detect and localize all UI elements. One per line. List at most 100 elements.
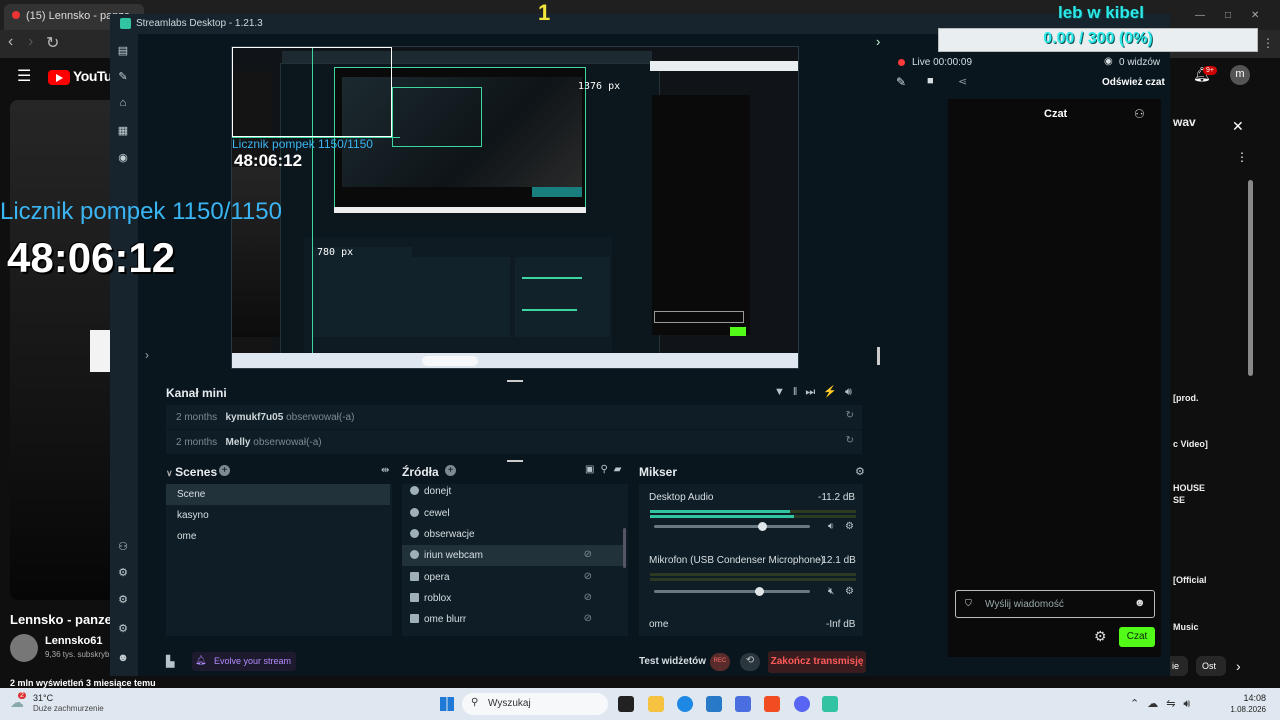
dashboard-icon[interactable]: ⚙ bbox=[116, 566, 130, 580]
more-icon[interactable]: ⋮ bbox=[1236, 150, 1248, 164]
start-icon[interactable] bbox=[440, 697, 454, 711]
source-tools-icons[interactable]: ▣⚲▰ bbox=[585, 464, 627, 475]
record-icon[interactable]: ◉ bbox=[116, 151, 130, 165]
slider-knob[interactable] bbox=[755, 587, 764, 596]
mixer-channel-db: -11.2 dB bbox=[818, 492, 856, 503]
menu-icon[interactable]: ☰ bbox=[17, 66, 31, 86]
globe-icon bbox=[410, 508, 419, 517]
repeat-icon[interactable]: ↻ bbox=[846, 435, 854, 446]
outlook-icon[interactable] bbox=[735, 696, 751, 712]
brave-icon[interactable] bbox=[764, 696, 780, 712]
event-time: 2 months bbox=[176, 412, 218, 423]
add-source-button[interactable]: + bbox=[445, 465, 456, 476]
streamlabs-taskbar-icon[interactable] bbox=[822, 696, 838, 712]
chat-settings-icon[interactable]: ⚙ bbox=[1094, 628, 1107, 645]
weather-widget[interactable]: ☁ 2 31°C Duże zachmurzenie bbox=[10, 692, 120, 716]
collapse-right-icon[interactable]: › bbox=[876, 34, 880, 49]
scene-item[interactable]: Scene bbox=[166, 484, 390, 505]
taskbar-search[interactable]: ⚲ Wyszukaj bbox=[462, 693, 608, 715]
slider-track bbox=[654, 525, 810, 528]
source-label: opera bbox=[424, 572, 450, 583]
source-item[interactable]: opera ⊘ bbox=[402, 567, 624, 588]
add-scene-button[interactable]: + bbox=[219, 465, 230, 476]
clock-date[interactable]: 1.08.2026 bbox=[1222, 705, 1266, 714]
chevron-down-icon[interactable]: ∨ bbox=[166, 468, 175, 478]
sources-scrollbar[interactable] bbox=[623, 528, 626, 568]
chat-send-button[interactable]: Czat bbox=[1119, 627, 1155, 647]
settings-icon[interactable]: ⚙ bbox=[116, 622, 130, 636]
account-avatar[interactable]: m bbox=[1230, 65, 1250, 85]
channel-avatar[interactable] bbox=[10, 634, 38, 662]
slider-knob[interactable] bbox=[758, 522, 767, 531]
store-icon[interactable] bbox=[706, 696, 722, 712]
discord-icon[interactable] bbox=[794, 696, 810, 712]
volume-slider[interactable] bbox=[654, 522, 810, 531]
channel-subscribers: 9,36 tys. subskryb bbox=[45, 650, 110, 659]
volume-slider[interactable] bbox=[654, 587, 810, 596]
rec-button[interactable]: REC bbox=[710, 653, 730, 671]
edge-icon[interactable] bbox=[677, 696, 693, 712]
source-item[interactable]: roblox ⊘ bbox=[402, 588, 624, 609]
panel-resize-handle[interactable] bbox=[507, 460, 523, 462]
visibility-icon[interactable]: ⊘ bbox=[584, 613, 592, 624]
sources-title: Źródła bbox=[402, 465, 439, 479]
repeat-icon[interactable]: ↻ bbox=[846, 410, 854, 421]
chevron-right-icon[interactable]: › bbox=[1236, 658, 1241, 674]
speaker-icon[interactable]: 🔉︎ bbox=[828, 521, 834, 532]
image-icon bbox=[410, 614, 419, 623]
profile-icon[interactable]: ☻ bbox=[116, 652, 130, 666]
task-view-icon[interactable] bbox=[618, 696, 634, 712]
file-explorer-icon[interactable] bbox=[648, 696, 664, 712]
source-item[interactable]: donejt bbox=[402, 481, 624, 502]
volume-meter bbox=[650, 515, 856, 518]
side-text: HOUSE bbox=[1173, 483, 1206, 493]
share-icon[interactable]: ⋖ bbox=[958, 75, 967, 88]
visibility-icon[interactable]: ⊘ bbox=[584, 549, 592, 560]
evolve-button[interactable]: 🔔︎ Evolve your stream bbox=[192, 652, 296, 671]
emoji-icon[interactable]: ☻ bbox=[1134, 597, 1146, 609]
store-icon[interactable]: ⌂ bbox=[116, 97, 130, 111]
window-title: Streamlabs Desktop - 1.21.3 bbox=[136, 18, 263, 29]
help-icon[interactable]: ⚙ bbox=[116, 593, 130, 607]
camera-icon[interactable]: ■ bbox=[927, 75, 934, 87]
visibility-icon[interactable]: ⊘ bbox=[584, 571, 592, 582]
panel-resize-handle[interactable] bbox=[507, 380, 523, 382]
mute-icon[interactable]: 🔇︎ bbox=[828, 586, 834, 597]
scrollbar[interactable] bbox=[1248, 180, 1253, 376]
forward-button[interactable]: › bbox=[28, 33, 33, 51]
mixer-settings-icon[interactable]: ⚙ bbox=[855, 465, 865, 478]
source-item[interactable]: obserwacje bbox=[402, 524, 624, 545]
extensions-icon[interactable]: ⋮ bbox=[1262, 36, 1274, 50]
edit-icon[interactable]: ✎ bbox=[896, 75, 906, 89]
channel-settings-icon[interactable]: ⚙ bbox=[845, 521, 854, 532]
scene-transition-icon[interactable]: ⇹ bbox=[381, 465, 389, 476]
reload-button[interactable]: ↻ bbox=[46, 33, 59, 53]
replay-button[interactable]: ⟲ bbox=[740, 653, 760, 671]
preview-resize-handle[interactable] bbox=[877, 347, 880, 365]
source-item[interactable]: iriun webcam ⊘ bbox=[402, 545, 624, 566]
slider-track bbox=[654, 590, 810, 593]
widgets-icon[interactable]: ▦ bbox=[116, 124, 130, 138]
refresh-chat-button[interactable]: Odśwież czat bbox=[1102, 77, 1165, 88]
back-button[interactable]: ‹ bbox=[8, 33, 13, 51]
channel-name[interactable]: Lennsko61 bbox=[45, 635, 102, 647]
source-item[interactable]: cewel bbox=[402, 503, 624, 524]
tray-icons[interactable]: ⌃☁⇋🔊︎ bbox=[1130, 697, 1198, 711]
themes-icon[interactable]: ✎ bbox=[116, 70, 130, 84]
scene-item[interactable]: ome bbox=[166, 526, 390, 547]
close-icon[interactable]: ✕ bbox=[1232, 118, 1244, 135]
event-action: obserwował(-a) bbox=[286, 412, 355, 423]
end-stream-button[interactable]: Zakończ transmisję bbox=[768, 651, 866, 673]
visibility-icon[interactable]: ⊘ bbox=[584, 592, 592, 603]
chat-users-icon[interactable]: ⚇ bbox=[1134, 107, 1145, 121]
clock-time[interactable]: 14:08 bbox=[1232, 693, 1266, 703]
scene-item[interactable]: kasyno bbox=[166, 505, 390, 526]
apps-icon[interactable]: ⚇ bbox=[116, 540, 130, 554]
source-item[interactable]: ome blurr ⊘ bbox=[402, 609, 624, 630]
performance-icon[interactable]: ▙ bbox=[166, 655, 174, 668]
chip[interactable]: Ost bbox=[1196, 656, 1226, 676]
channel-settings-icon[interactable]: ⚙ bbox=[845, 586, 854, 597]
collapse-left-icon[interactable]: › bbox=[145, 348, 149, 362]
editor-icon[interactable]: ▤ bbox=[116, 44, 130, 58]
stream-preview[interactable]: Licznik pompek 1150/1150 48:06:12 1376 p… bbox=[231, 46, 799, 369]
